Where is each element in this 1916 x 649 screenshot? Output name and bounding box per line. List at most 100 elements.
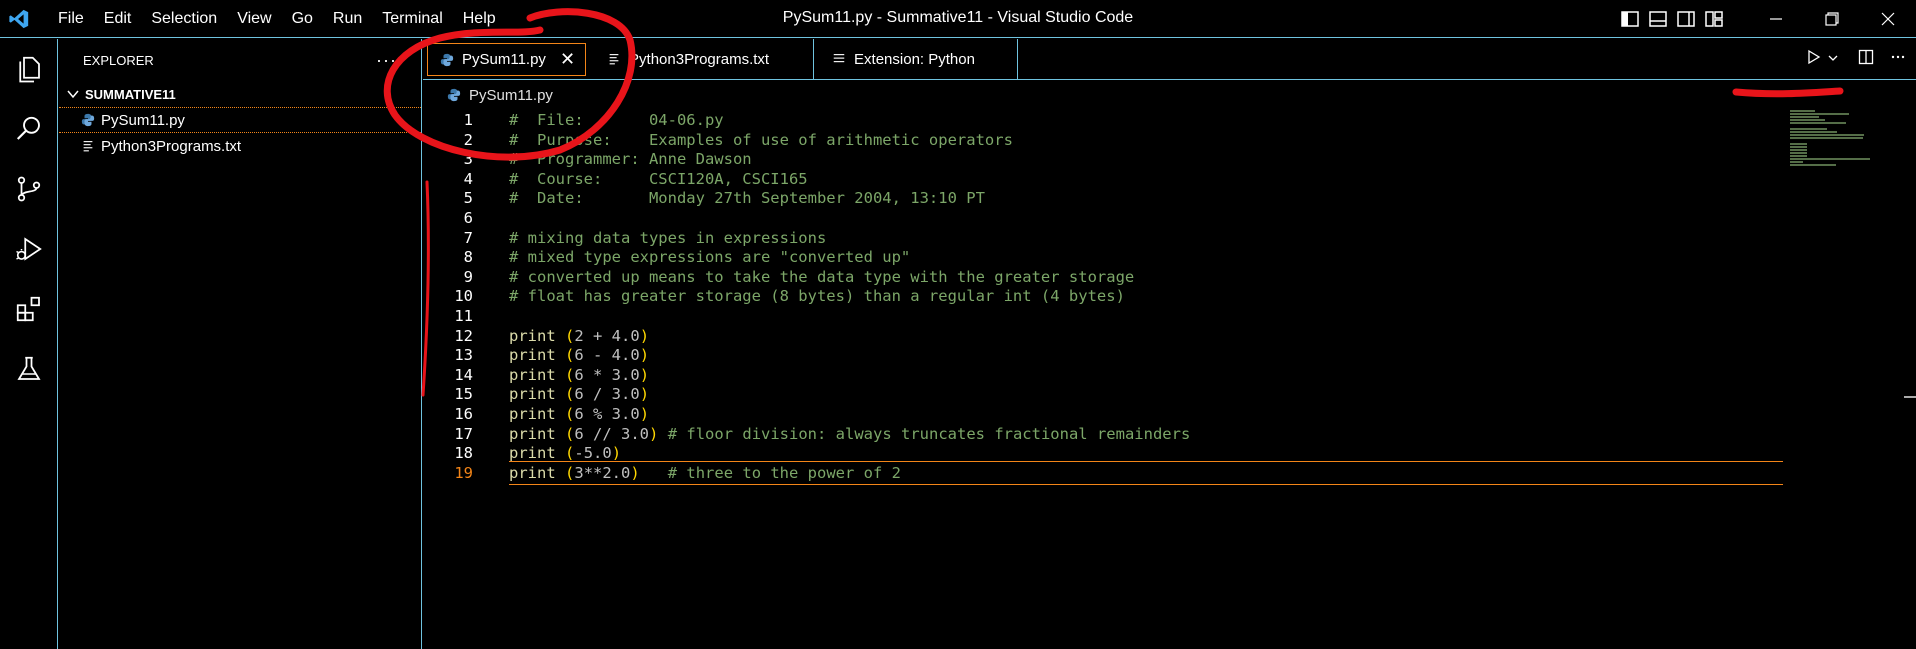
minimap-line [1790, 110, 1816, 112]
vscode-logo-icon [0, 0, 38, 38]
minimap-line [1790, 134, 1864, 136]
line-number: 12 [454, 326, 473, 345]
menu-item-view[interactable]: View [227, 0, 281, 38]
file-label: PySum11.py [101, 111, 185, 129]
toggle-secondary-sidebar-icon[interactable] [1672, 0, 1700, 38]
line-number: 14 [454, 365, 473, 384]
code-text: # Course: CSCI120A, CSCI165 [509, 169, 808, 188]
split-editor-icon[interactable] [1858, 49, 1874, 70]
line-number: 16 [454, 405, 473, 423]
extensions-icon[interactable] [0, 279, 58, 339]
code-text: print (6 * 3.0) [509, 365, 650, 384]
code-text: print (2 + 4.0) [509, 326, 650, 345]
title-actions [1616, 0, 1916, 38]
menu-item-go[interactable]: Go [282, 0, 323, 38]
search-icon[interactable] [0, 99, 58, 159]
code-editor[interactable]: 1 # File: 04-06.py 2 # Purpose: Examples of… [423, 110, 1783, 649]
activity-bar [0, 39, 58, 649]
more-actions-icon[interactable] [1890, 49, 1906, 70]
line-number: 9 [463, 267, 473, 286]
line-number: 5 [463, 189, 473, 208]
menu-item-help[interactable]: Help [453, 0, 506, 38]
folder-summative11[interactable]: SUMMATIVE11 [59, 81, 421, 107]
minimap-line [1790, 152, 1807, 154]
more-actions-button[interactable]: ··· [376, 50, 397, 71]
code-text: # mixed type expressions are "converted … [509, 248, 911, 267]
explorer-title: EXPLORER [83, 52, 154, 68]
code-text: print (6 // 3.0) # floor division: alway… [509, 424, 1191, 443]
explorer-header: EXPLORER ··· [59, 39, 421, 81]
line-number: 17 [454, 424, 473, 443]
close-window-button[interactable] [1860, 0, 1916, 38]
chevron-down-icon[interactable] [1828, 50, 1838, 68]
line-number: 15 [454, 385, 473, 404]
chevron-down-icon [67, 90, 79, 99]
minimize-button[interactable] [1748, 0, 1804, 38]
text-file-icon [78, 136, 98, 156]
file-label: Python3Programs.txt [101, 137, 242, 155]
minimap-line [1790, 131, 1838, 133]
explorer-icon[interactable] [0, 39, 58, 99]
explorer-sidebar: EXPLORER ··· SUMMATIVE11 PySum11.py Pyth… [59, 39, 422, 649]
testing-flask-icon[interactable] [0, 339, 58, 399]
python-icon [447, 88, 461, 102]
code-text: # Date: Monday 27th September 2004, 13:1… [509, 189, 985, 208]
code-text: print (6 / 3.0) [509, 385, 650, 404]
menu-item-selection[interactable]: Selection [141, 0, 227, 38]
python-icon [440, 53, 454, 67]
line-number: 4 [463, 169, 473, 188]
run-python-file-icon[interactable] [1806, 49, 1822, 70]
minimap-line [1790, 143, 1807, 145]
code-text: print (6 % 3.0) [509, 405, 650, 423]
folder-label: SUMMATIVE11 [85, 86, 176, 102]
menu-item-edit[interactable]: Edit [94, 0, 142, 38]
minimap-line [1790, 122, 1847, 124]
run-debug-icon[interactable] [0, 219, 58, 279]
source-control-icon[interactable] [0, 159, 58, 219]
restore-button[interactable] [1804, 0, 1860, 38]
line-number: 11 [454, 307, 473, 325]
menu-bar: File Edit Selection View Go Run Terminal Help [48, 0, 506, 38]
line-number: 8 [463, 248, 473, 267]
toggle-panel-icon[interactable] [1644, 0, 1672, 38]
toggle-primary-sidebar-icon[interactable] [1616, 0, 1644, 38]
menu-item-run[interactable]: Run [323, 0, 372, 38]
scrollbar-marker[interactable] [1904, 396, 1916, 398]
minimap[interactable] [1790, 110, 1890, 200]
file-item-pysum11[interactable]: PySum11.py [59, 107, 421, 133]
minimap-line [1790, 155, 1807, 157]
line-number: 1 [463, 111, 473, 129]
code-line[interactable]: 19 print (3**2.0) # three to the power of… [454, 460, 1783, 485]
minimap-line [1790, 149, 1807, 151]
code-text: # Purpose: Examples of use of arithmetic… [509, 130, 1013, 149]
breadcrumb[interactable]: PySum11.py [423, 81, 553, 109]
file-item-python3programs[interactable]: Python3Programs.txt [59, 133, 421, 159]
title-bar: File Edit Selection View Go Run Terminal Help P… [0, 0, 1916, 38]
extension-icon [832, 52, 846, 66]
editor-actions [1806, 39, 1916, 79]
menu-item-file[interactable]: File [48, 0, 94, 38]
breadcrumb-file: PySum11.py [469, 86, 553, 104]
minimap-line [1790, 113, 1850, 115]
tab-label: Extension: Python [854, 50, 975, 68]
minimap-line [1790, 128, 1828, 130]
minimap-line [1790, 119, 1826, 121]
code-text: print (3**2.0) # three to the power of 2 [509, 463, 901, 482]
customize-layout-icon[interactable] [1700, 0, 1728, 38]
tab-pysum11[interactable]: PySum11.py ✕ [427, 43, 587, 76]
line-number: 2 [463, 130, 473, 149]
code-text: # Programmer: Anne Dawson [509, 150, 752, 169]
tab-extension-python[interactable]: Extension: Python [814, 39, 1019, 79]
menu-item-terminal[interactable]: Terminal [372, 0, 452, 38]
minimap-line [1790, 158, 1871, 160]
code-text: print (6 - 4.0) [509, 346, 650, 365]
red-underline-annotation [1732, 87, 1844, 98]
minimap-line [1790, 116, 1819, 118]
code-text: # float has greater storage (8 bytes) th… [509, 287, 1125, 306]
python-icon [78, 110, 98, 130]
close-tab-icon[interactable]: ✕ [560, 49, 575, 70]
minimap-line [1790, 137, 1863, 139]
line-number: 10 [454, 287, 473, 306]
tab-python3programs[interactable]: Python3Programs.txt [589, 39, 815, 79]
line-number: 7 [463, 228, 473, 247]
